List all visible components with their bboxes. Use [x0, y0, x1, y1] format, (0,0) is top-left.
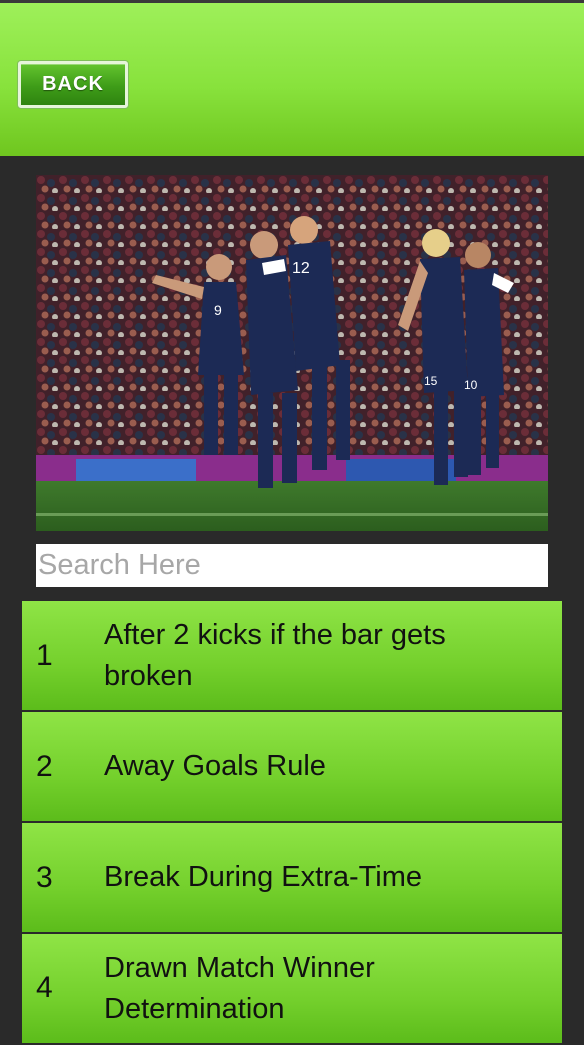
jersey-number: 10 — [464, 378, 478, 392]
back-button[interactable]: BACK — [18, 61, 128, 108]
jersey-number: 9 — [214, 302, 222, 318]
hero-photo: 9 12 15 10 — [36, 175, 548, 531]
list-item[interactable]: 2 Away Goals Rule — [22, 712, 562, 821]
rules-list: 1 After 2 kicks if the bar gets broken 2… — [22, 601, 562, 1045]
list-item[interactable]: 3 Break During Extra-Time — [22, 823, 562, 932]
item-number: 4 — [36, 971, 53, 1004]
item-label: Break During Extra-Time — [104, 861, 423, 893]
item-number: 2 — [36, 749, 53, 783]
jersey-number: 12 — [292, 260, 310, 277]
soccer-celebration-image: 9 12 15 10 — [36, 175, 548, 531]
item-number: 1 — [36, 638, 53, 672]
item-label: Away Goals Rule — [104, 750, 326, 782]
list-item[interactable]: 4 Drawn Match Winner Determination — [22, 934, 562, 1043]
list-item[interactable]: 1 After 2 kicks if the bar gets broken — [22, 601, 562, 710]
jersey-number: 15 — [424, 374, 438, 388]
item-label: After 2 kicks if the bar gets broken — [104, 618, 446, 692]
item-number: 3 — [36, 860, 53, 894]
header-bar: BACK — [0, 3, 584, 156]
item-label: Drawn Match Winner Determination — [104, 952, 375, 1025]
search-input[interactable] — [36, 544, 548, 587]
